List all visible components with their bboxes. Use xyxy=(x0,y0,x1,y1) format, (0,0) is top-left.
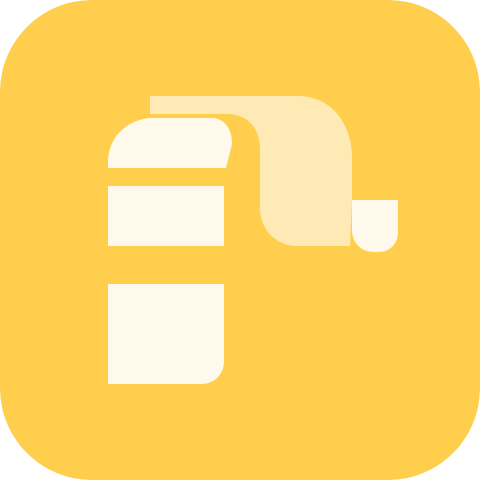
icon-canvas xyxy=(0,0,480,480)
icon-background xyxy=(0,0,480,480)
app-icon[interactable] xyxy=(0,0,480,480)
paper-strip-bottom xyxy=(108,284,224,384)
paper-strip-middle xyxy=(108,186,224,246)
paper-tail xyxy=(352,200,398,252)
